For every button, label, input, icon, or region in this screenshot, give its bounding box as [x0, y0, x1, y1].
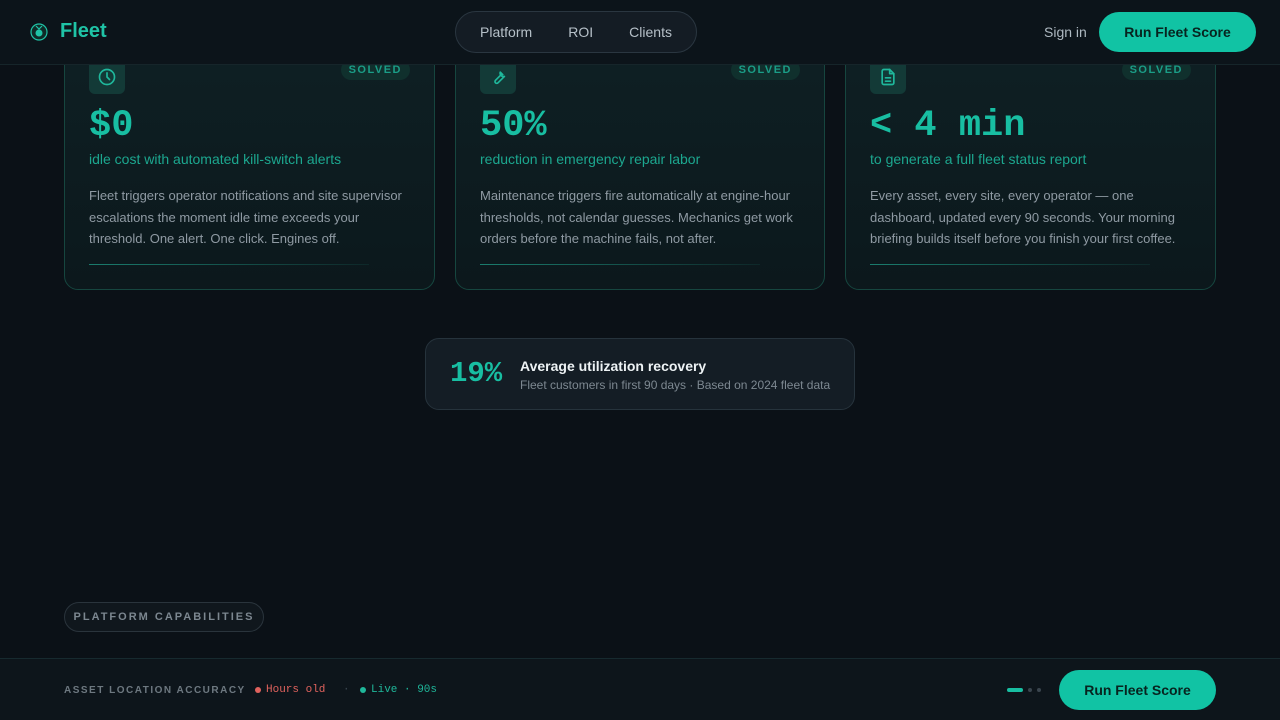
status-live-text: Live · 90s: [371, 684, 438, 696]
card-description: Fleet triggers operator notifications an…: [89, 188, 402, 246]
card-description: Every asset, every site, every operator …: [870, 188, 1176, 246]
platform-capabilities-label: PLATFORM CAPABILITIES: [64, 602, 264, 632]
pager-dot[interactable]: [1028, 688, 1032, 692]
stat-title: Average utilization recovery: [520, 358, 707, 374]
metric-value: 50%: [480, 105, 547, 147]
footer-run-fleet-score-button[interactable]: Run Fleet Score: [1059, 670, 1216, 710]
metric-caption: reduction in emergency repair labor: [480, 151, 701, 167]
run-fleet-score-button[interactable]: Run Fleet Score: [1099, 12, 1256, 52]
main-nav: Platform ROI Clients: [455, 11, 697, 53]
utilization-stat: 19% Average utilization recovery Fleet c…: [425, 338, 855, 410]
stat-value: 19%: [450, 357, 503, 390]
status-live: Live · 90s: [360, 684, 437, 696]
carousel-pager: [1007, 688, 1041, 692]
card-divider: [89, 264, 369, 265]
site-header: Fleet Platform ROI Clients Sign in Run F…: [0, 0, 1280, 65]
nav-item-roi[interactable]: ROI: [568, 24, 593, 40]
nav-item-platform[interactable]: Platform: [480, 24, 532, 40]
green-dot-icon: [360, 687, 366, 693]
metric-value: $0: [89, 105, 134, 147]
logo-icon: [30, 22, 48, 41]
metric-caption: to generate a full fleet status report: [870, 151, 1087, 167]
stat-subtitle: Fleet customers in first 90 days · Based…: [520, 378, 831, 392]
card-divider: [870, 264, 1150, 265]
sticky-footer-bar: ASSET LOCATION ACCURACY Hours old · Live…: [0, 658, 1280, 720]
feature-card-status-report: SOLVED < 4 min to generate a full fleet …: [845, 40, 1216, 290]
red-dot-icon: [255, 687, 261, 693]
feature-card-repair-labor: SOLVED 50% reduction in emergency repair…: [455, 40, 825, 290]
status-hours-old-text: Hours old: [266, 684, 326, 696]
status-separator: ·: [343, 684, 350, 696]
metric-value: < 4 min: [870, 105, 1026, 147]
brand-logo[interactable]: Fleet: [28, 20, 107, 43]
nav-item-clients[interactable]: Clients: [629, 24, 672, 40]
card-divider: [480, 264, 760, 265]
asset-location-accuracy-label: ASSET LOCATION ACCURACY: [64, 685, 246, 696]
metric-caption: idle cost with automated kill-switch ale…: [89, 151, 342, 167]
brand-name: Fleet: [60, 20, 107, 42]
status-hours-old: Hours old: [255, 684, 325, 696]
card-description: Maintenance triggers fire automatically …: [480, 188, 793, 246]
pager-dot-active[interactable]: [1007, 688, 1023, 692]
pager-dot[interactable]: [1037, 688, 1041, 692]
sign-in-link[interactable]: Sign in: [1044, 24, 1087, 40]
feature-card-idle-cost: SOLVED $0 idle cost with automated kill-…: [64, 40, 435, 290]
